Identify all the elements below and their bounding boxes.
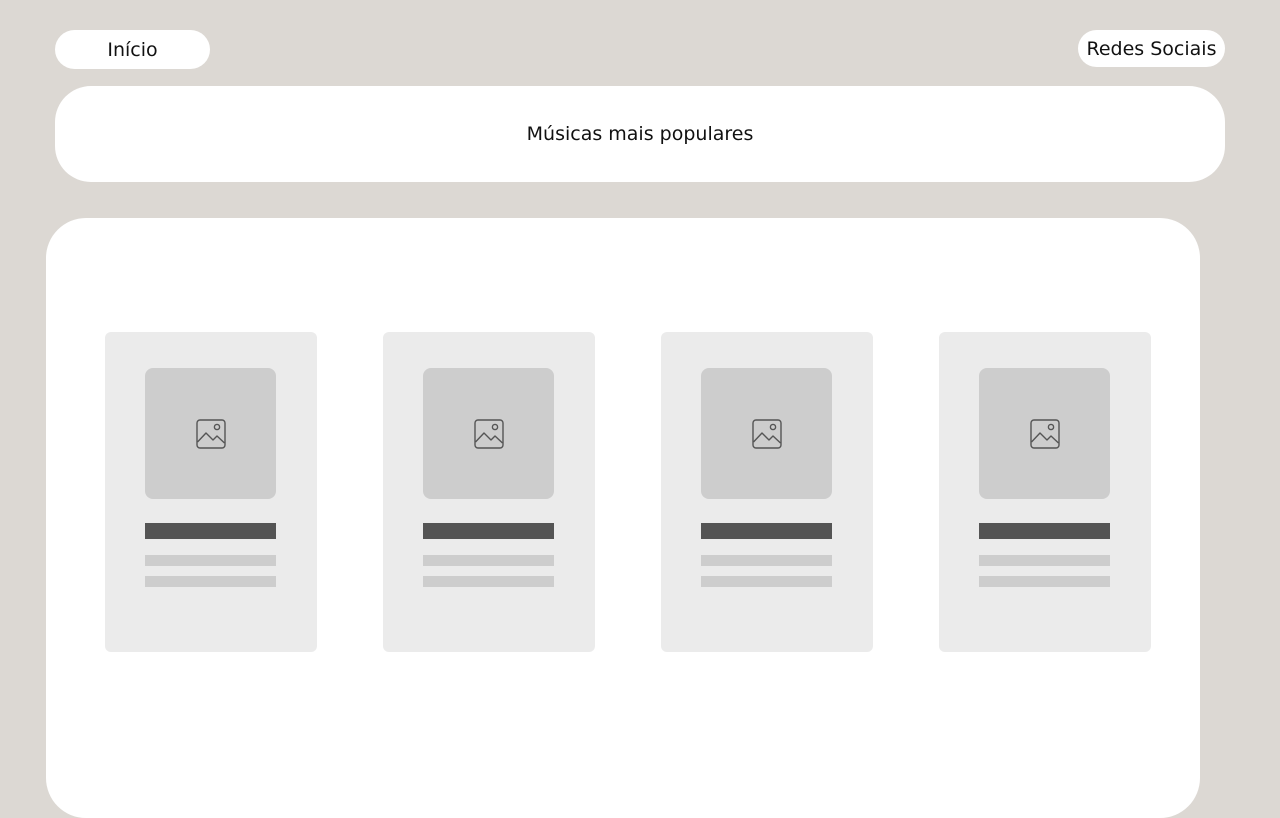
song-card-text-placeholder: [979, 576, 1110, 587]
home-button-label: Início: [107, 38, 158, 61]
image-placeholder-icon: [473, 418, 504, 449]
song-card[interactable]: [939, 332, 1151, 652]
song-card-image: [423, 368, 554, 499]
social-networks-button[interactable]: Redes Sociais: [1078, 30, 1225, 67]
song-card-title-placeholder: [979, 523, 1110, 539]
song-card-image: [701, 368, 832, 499]
song-card-image: [145, 368, 276, 499]
song-card-text-placeholder: [423, 576, 554, 587]
song-card-text-placeholder: [701, 576, 832, 587]
social-networks-button-label: Redes Sociais: [1086, 37, 1217, 60]
song-card-text-placeholder: [701, 555, 832, 566]
page-title: Músicas mais populares: [526, 123, 754, 145]
song-card-title-placeholder: [145, 523, 276, 539]
song-card-text-placeholder: [979, 555, 1110, 566]
song-card[interactable]: [105, 332, 317, 652]
song-card-text-placeholder: [145, 555, 276, 566]
home-button[interactable]: Início: [55, 30, 210, 69]
song-card-title-placeholder: [701, 523, 832, 539]
song-card-text-placeholder: [423, 555, 554, 566]
song-card[interactable]: [383, 332, 595, 652]
page-title-bar: Músicas mais populares: [55, 86, 1225, 182]
song-card-text-placeholder: [145, 576, 276, 587]
image-placeholder-icon: [1029, 418, 1060, 449]
song-card-image: [979, 368, 1110, 499]
songs-panel: [46, 218, 1200, 818]
image-placeholder-icon: [751, 418, 782, 449]
song-card[interactable]: [661, 332, 873, 652]
image-placeholder-icon: [195, 418, 226, 449]
song-card-title-placeholder: [423, 523, 554, 539]
